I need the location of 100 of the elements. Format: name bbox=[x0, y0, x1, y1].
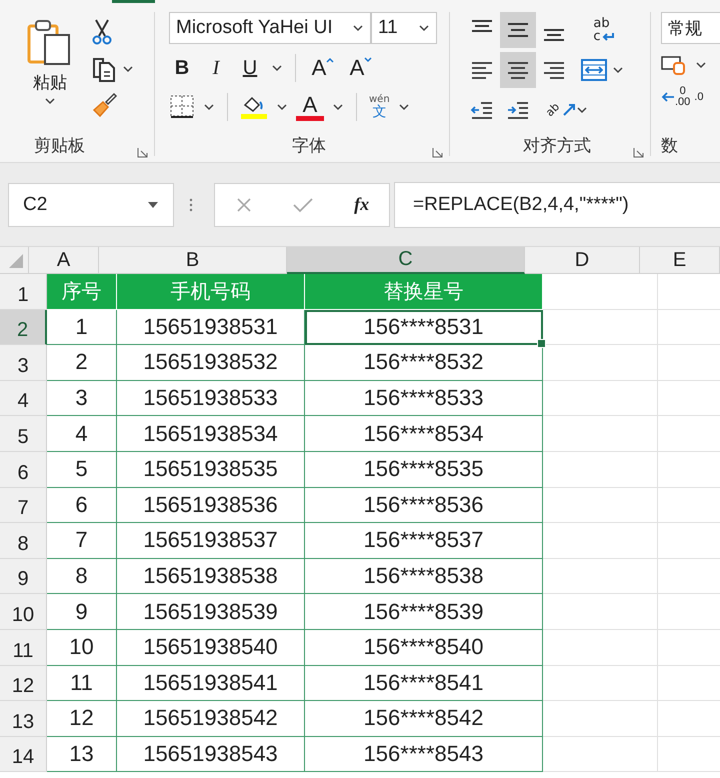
caret-icon bbox=[418, 24, 430, 32]
align-top-icon bbox=[471, 19, 493, 33]
formula-field[interactable]: =REPLACE(B2,4,4,"****") bbox=[394, 182, 720, 228]
row-header[interactable]: 11 bbox=[0, 630, 47, 666]
caret-icon bbox=[576, 106, 588, 114]
table-cell: 15651938543 bbox=[143, 741, 278, 768]
column-header[interactable]: B bbox=[99, 247, 287, 274]
increase-decimal-button[interactable]: 0 .00 bbox=[661, 86, 690, 108]
table-cell: 156****8536 bbox=[364, 492, 484, 518]
table-cell: 13 bbox=[69, 741, 94, 768]
bold-button[interactable]: B bbox=[169, 54, 195, 82]
column-header[interactable]: C bbox=[287, 247, 525, 274]
increase-font-size-button[interactable]: A bbox=[308, 54, 338, 82]
decrease-decimal-button[interactable]: .0 bbox=[694, 92, 704, 102]
row-header[interactable]: 10 bbox=[0, 594, 47, 630]
caret-icon[interactable] bbox=[271, 64, 283, 72]
italic-button[interactable]: I bbox=[203, 54, 229, 82]
cancel-icon[interactable] bbox=[234, 196, 253, 214]
empty-cell[interactable] bbox=[543, 523, 658, 559]
middle-align-button[interactable] bbox=[500, 12, 536, 48]
name-box[interactable]: C2 bbox=[8, 182, 174, 226]
select-all-icon[interactable] bbox=[8, 253, 24, 269]
row-header[interactable]: 14 bbox=[0, 736, 47, 772]
row-header[interactable]: 6 bbox=[0, 452, 47, 488]
caret-icon[interactable] bbox=[398, 103, 410, 111]
copy-icon[interactable] bbox=[90, 55, 118, 83]
column-header[interactable]: E bbox=[640, 247, 720, 274]
caret-icon[interactable] bbox=[276, 103, 288, 111]
insert-function-button[interactable]: fx bbox=[354, 194, 370, 215]
return-arrow-icon bbox=[600, 32, 615, 42]
caret-icon bbox=[352, 24, 364, 32]
table-cell: 156****8534 bbox=[364, 420, 484, 447]
row-header[interactable]: 2 bbox=[0, 310, 47, 346]
table-cell: 15651938541 bbox=[143, 670, 278, 696]
empty-cell[interactable] bbox=[543, 630, 658, 666]
row-header[interactable]: 7 bbox=[0, 488, 47, 524]
table-cell: 4 bbox=[75, 420, 88, 447]
empty-cell[interactable] bbox=[543, 736, 658, 772]
wrap-align-button[interactable]: ab c bbox=[572, 12, 636, 48]
row-header[interactable]: 1 bbox=[0, 274, 47, 310]
caret-icon[interactable] bbox=[203, 103, 215, 111]
empty-cell[interactable] bbox=[543, 701, 658, 737]
decrease-indent-icon bbox=[469, 99, 495, 121]
caret-icon[interactable] bbox=[332, 103, 344, 111]
row-header[interactable]: 9 bbox=[0, 558, 47, 594]
dialog-launcher-icon[interactable] bbox=[633, 147, 644, 158]
table-cell: 15651938532 bbox=[143, 349, 278, 376]
group-label: 字体 bbox=[292, 134, 326, 156]
up-caret-icon bbox=[326, 57, 334, 63]
empty-cell[interactable] bbox=[543, 380, 658, 416]
font-name-dropdown[interactable]: Microsoft YaHei UI bbox=[169, 12, 371, 44]
column-header[interactable]: D bbox=[525, 247, 640, 274]
table-cell: 1 bbox=[75, 314, 88, 340]
dialog-launcher-icon[interactable] bbox=[137, 147, 148, 158]
left-arrow-icon bbox=[661, 91, 675, 103]
table-cell: 15651938535 bbox=[143, 456, 278, 482]
empty-cell[interactable] bbox=[543, 345, 658, 381]
decrease-font-size-button[interactable]: A bbox=[346, 54, 376, 82]
empty-cell[interactable] bbox=[543, 666, 658, 702]
paste-button[interactable]: 粘贴 bbox=[26, 12, 74, 124]
empty-cell[interactable] bbox=[543, 594, 658, 630]
empty-cell[interactable] bbox=[543, 488, 658, 524]
row-header[interactable]: 5 bbox=[0, 416, 47, 452]
empty-cell[interactable] bbox=[543, 416, 658, 452]
table-cell: 156****8532 bbox=[364, 349, 484, 376]
table-cell: 15651938533 bbox=[143, 385, 278, 412]
table-cell: 156****8542 bbox=[364, 705, 484, 732]
row-header[interactable]: 8 bbox=[0, 523, 47, 559]
orient-align-button[interactable]: ab bbox=[536, 92, 572, 128]
caret-icon[interactable] bbox=[122, 65, 134, 73]
paintbrush-icon[interactable] bbox=[90, 92, 118, 118]
row-header[interactable]: 3 bbox=[0, 345, 47, 381]
font-color-button[interactable]: A bbox=[296, 94, 324, 120]
empty-cell[interactable] bbox=[543, 558, 658, 594]
table-cell: 12 bbox=[69, 705, 94, 732]
empty-cell[interactable] bbox=[543, 310, 658, 346]
dialog-launcher-icon[interactable] bbox=[432, 147, 443, 158]
row-header[interactable]: 13 bbox=[0, 701, 47, 737]
center-align-button[interactable] bbox=[500, 52, 536, 88]
check-icon[interactable] bbox=[292, 196, 314, 214]
number-format-dropdown[interactable]: 常规 bbox=[661, 12, 720, 44]
row-header[interactable]: 4 bbox=[0, 380, 47, 416]
row-header[interactable]: 12 bbox=[0, 666, 47, 702]
fill-handle[interactable] bbox=[537, 339, 546, 348]
table-cell: 10 bbox=[69, 634, 94, 660]
table-cell: 序号 bbox=[62, 278, 102, 305]
table-cell: 7 bbox=[75, 527, 88, 554]
underline-button[interactable]: U bbox=[237, 54, 263, 82]
fill-color-icon[interactable] bbox=[240, 94, 268, 120]
currency-format-icon[interactable] bbox=[661, 54, 687, 76]
align-right-icon bbox=[541, 59, 567, 81]
empty-cell[interactable] bbox=[543, 452, 658, 488]
font-size-dropdown[interactable]: 11 bbox=[371, 12, 437, 44]
column-header[interactable]: A bbox=[29, 247, 99, 274]
table-cell: 156****8533 bbox=[364, 385, 484, 412]
borders-icon[interactable] bbox=[169, 94, 195, 120]
table-cell: 8 bbox=[75, 563, 88, 590]
phonetic-button[interactable]: wén 文 bbox=[369, 95, 390, 119]
cut-icon[interactable] bbox=[90, 18, 114, 46]
caret-icon[interactable] bbox=[695, 61, 707, 69]
